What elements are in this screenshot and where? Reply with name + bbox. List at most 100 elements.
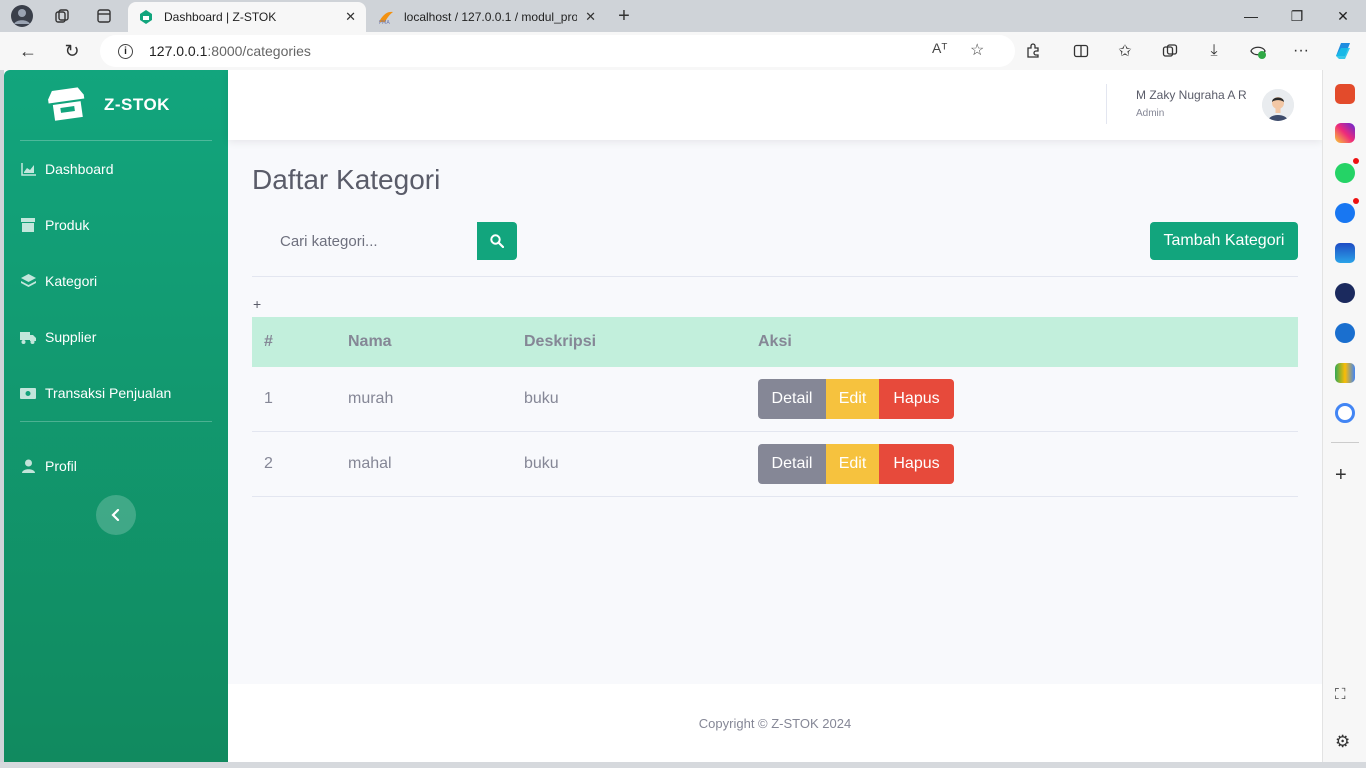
table-header-cell: #: [264, 333, 273, 350]
truck-icon: [20, 329, 36, 345]
close-tab-icon[interactable]: ✕: [345, 9, 356, 25]
close-tab-icon[interactable]: ✕: [585, 9, 596, 25]
avatar[interactable]: [1262, 89, 1294, 121]
add-category-button[interactable]: Tambah Kategori: [1150, 222, 1298, 260]
downloads-icon[interactable]: ⤓: [1202, 39, 1226, 63]
sidebar-item-label: Transaksi Penjualan: [45, 385, 172, 401]
sidebar-divider: [20, 140, 212, 141]
brand-name: Z-STOK: [104, 95, 170, 114]
education-icon[interactable]: [1335, 323, 1355, 343]
instagram-icon[interactable]: [1335, 123, 1355, 143]
search-icon: [490, 234, 504, 248]
favorite-star-icon[interactable]: ☆: [970, 40, 984, 60]
table-row: 2 mahal buku Detail Edit Hapus: [252, 432, 1298, 497]
minimize-icon[interactable]: —: [1228, 0, 1274, 32]
browser-toolbar: ← ↻ i 127.0.0.1:8000/categories Aᵀ ☆ ✩ ⤓…: [0, 32, 1366, 70]
split-screen-icon[interactable]: [1069, 39, 1093, 63]
close-window-icon[interactable]: ✕: [1320, 0, 1366, 32]
user-avatar-icon: [1262, 89, 1294, 121]
browser-essentials-icon[interactable]: [1246, 39, 1270, 63]
category-table: # Nama Deskripsi Aksi 1 murah buku Detai…: [252, 317, 1298, 497]
sidebar-item-label: Profil: [45, 458, 77, 474]
footer: Copyright © Z-STOK 2024: [228, 684, 1322, 762]
app-window: Z-STOK Dashboard Produk Kategori Supplie…: [4, 70, 1322, 762]
sidebar-item-supplier[interactable]: Supplier: [20, 319, 212, 355]
sidebar-item-profil[interactable]: Profil: [20, 448, 212, 484]
table-header-cell: Aksi: [758, 333, 792, 350]
facebook-icon[interactable]: [1335, 203, 1355, 223]
table-header: # Nama Deskripsi Aksi: [252, 317, 1298, 367]
delete-button[interactable]: Hapus: [879, 379, 954, 419]
user-name[interactable]: M Zaky Nugraha A R: [1136, 88, 1247, 102]
workspaces-icon[interactable]: [48, 4, 76, 28]
layers-icon: [20, 273, 36, 289]
sidebar-item-label: Produk: [45, 217, 90, 233]
edit-button[interactable]: Edit: [826, 379, 879, 419]
sidebar: Z-STOK Dashboard Produk Kategori Supplie…: [4, 70, 228, 762]
topbar: M Zaky Nugraha A R Admin: [228, 70, 1322, 140]
settings-gear-icon[interactable]: ⚙: [1335, 732, 1350, 752]
table-row: 1 murah buku Detail Edit Hapus: [252, 367, 1298, 432]
toolbox-icon[interactable]: [1335, 84, 1355, 104]
sidebar-item-produk[interactable]: Produk: [20, 207, 212, 243]
sidebar-item-label: Dashboard: [45, 161, 114, 177]
more-options-icon[interactable]: ···: [1289, 39, 1313, 63]
delete-button[interactable]: Hapus: [879, 444, 954, 484]
row-actions: Detail Edit Hapus: [746, 444, 1298, 484]
phpmyadmin-favicon-icon: PMA: [379, 11, 393, 25]
cash-icon: [20, 385, 36, 401]
read-aloud-icon[interactable]: Aᵀ: [932, 40, 947, 56]
layers-app-icon[interactable]: [1335, 243, 1355, 263]
restore-icon[interactable]: ❐: [1274, 0, 1320, 32]
table-header-cell: Deskripsi: [524, 333, 597, 350]
profile-avatar-icon[interactable]: [8, 4, 36, 28]
collections-icon[interactable]: [1158, 39, 1182, 63]
google-icon[interactable]: [1335, 403, 1355, 423]
zstok-favicon-icon: [140, 10, 152, 24]
copyright-text: Copyright © Z-STOK 2024: [698, 715, 852, 731]
detail-button[interactable]: Detail: [758, 379, 826, 419]
back-icon[interactable]: ←: [13, 38, 43, 64]
sidebar-item-dashboard[interactable]: Dashboard: [20, 151, 212, 187]
detail-button[interactable]: Detail: [758, 444, 826, 484]
store-logo-icon: [48, 87, 85, 121]
url-path: :8000/categories: [207, 43, 311, 59]
sidebar-toggle-button[interactable]: [96, 495, 136, 535]
new-tab-icon[interactable]: +: [610, 4, 638, 28]
add-app-icon[interactable]: +: [1335, 464, 1347, 487]
search-form: [252, 222, 517, 260]
tab-actions-icon[interactable]: [90, 4, 118, 28]
content-divider: [252, 276, 1298, 277]
plus-text: +: [253, 296, 262, 312]
row-deskripsi: buku: [524, 390, 559, 407]
row-deskripsi: buku: [524, 455, 559, 472]
window-bottom-edge: [0, 762, 1366, 768]
svg-text:PMA: PMA: [379, 20, 390, 25]
chevron-left-icon: [111, 509, 120, 521]
url-host: 127.0.0.1: [149, 43, 208, 59]
search-input[interactable]: [252, 222, 477, 260]
site-info-icon[interactable]: i: [118, 43, 133, 59]
university-icon[interactable]: [1335, 283, 1355, 303]
tab-phpmyadmin[interactable]: PMA localhost / 127.0.0.1 / modul_pro ✕: [368, 2, 606, 32]
address-bar[interactable]: i 127.0.0.1:8000/categories: [100, 35, 1015, 67]
row-number: 2: [264, 455, 273, 472]
edit-button[interactable]: Edit: [826, 444, 879, 484]
row-actions: Detail Edit Hapus: [746, 379, 1298, 419]
tab-title: Dashboard | Z-STOK: [164, 10, 277, 24]
favorites-icon[interactable]: ✩: [1113, 39, 1137, 63]
extensions-icon[interactable]: [1021, 39, 1045, 63]
copilot-icon[interactable]: [1331, 39, 1355, 63]
box-icon: [20, 217, 36, 233]
user-icon: [20, 458, 36, 474]
search-button[interactable]: [477, 222, 517, 260]
google-meet-icon[interactable]: [1335, 363, 1355, 383]
sidebar-item-kategori[interactable]: Kategori: [20, 263, 212, 299]
sidebar-item-transaksi[interactable]: Transaksi Penjualan: [20, 375, 212, 411]
user-role: Admin: [1136, 108, 1165, 119]
whatsapp-icon[interactable]: [1335, 163, 1355, 183]
screenshot-icon[interactable]: ⛶: [1335, 686, 1346, 703]
tab-dashboard[interactable]: Dashboard | Z-STOK ✕: [128, 2, 366, 32]
refresh-icon[interactable]: ↻: [57, 38, 87, 64]
brand[interactable]: Z-STOK: [46, 84, 170, 126]
